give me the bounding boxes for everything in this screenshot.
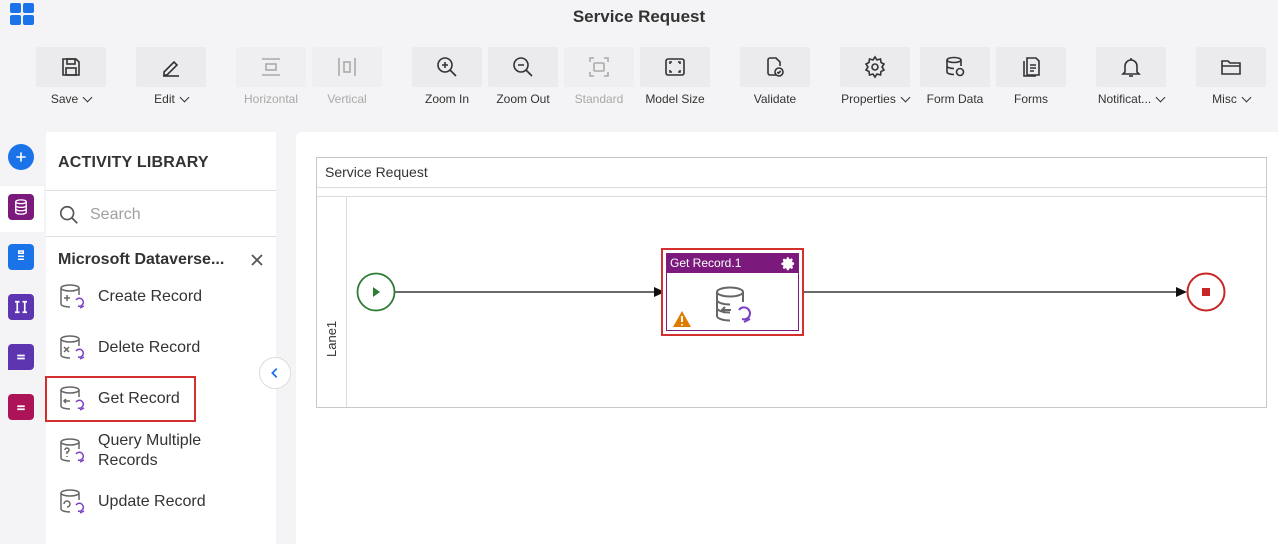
library-item-get-record[interactable]: Get Record	[45, 376, 276, 422]
toolbar: Save Edit Horizontal Vertical Zoom In Zo…	[0, 36, 1278, 114]
lane-label: Lane1	[324, 320, 339, 357]
save-button[interactable]: Save	[36, 47, 106, 111]
chevron-down-icon	[1241, 92, 1252, 102]
get-record-icon	[60, 386, 85, 411]
properties-label: Properties	[841, 92, 896, 106]
misc-label: Misc	[1212, 92, 1237, 106]
standard-button[interactable]: Standard	[564, 47, 634, 111]
notifications-label: Notificat...	[1097, 92, 1152, 106]
divider	[46, 190, 276, 191]
horizontal-label: Horizontal	[243, 92, 299, 106]
vertical-button[interactable]: Vertical	[312, 47, 382, 111]
search-icon	[59, 205, 78, 224]
model-size-icon	[665, 58, 685, 76]
validate-icon	[767, 57, 784, 77]
page-title: Service Request	[572, 7, 706, 26]
notifications-button[interactable]: Notificat...	[1096, 47, 1166, 111]
forms-icon	[1023, 57, 1040, 77]
gear-icon[interactable]	[781, 256, 796, 271]
bell-icon	[1121, 58, 1141, 77]
lane-header[interactable]: Lane1	[317, 197, 347, 407]
chevron-down-icon	[900, 92, 911, 102]
forms-label: Forms	[1014, 92, 1048, 106]
task-get-record[interactable]: Get Record.1	[661, 248, 804, 336]
task-title: Get Record.1	[667, 254, 798, 273]
activity-library-icon[interactable]	[8, 194, 34, 220]
library-item-update-record[interactable]: Update Record	[46, 479, 276, 525]
folder-icon	[1221, 60, 1241, 75]
update-record-icon	[60, 489, 85, 514]
zoom-out-icon	[513, 57, 533, 77]
validate-button[interactable]: Validate	[740, 47, 810, 111]
horizontal-icon	[262, 58, 280, 76]
properties-button[interactable]: Properties	[840, 47, 911, 111]
divider	[317, 196, 1266, 197]
library-item-query-multiple-records[interactable]: Query Multiple Records	[46, 428, 276, 478]
edit-label: Edit	[154, 92, 175, 106]
standard-icon	[589, 57, 609, 77]
gear-icon	[864, 55, 886, 79]
folder-files-icon[interactable]	[8, 394, 34, 420]
edit-button[interactable]: Edit	[136, 47, 206, 111]
clipboard-icon[interactable]	[8, 244, 34, 270]
delete-record-icon	[60, 335, 85, 360]
comments-icon[interactable]	[8, 344, 34, 370]
chevron-down-icon	[179, 92, 190, 102]
query-multiple-records-icon	[60, 438, 85, 463]
close-icon[interactable]	[249, 252, 265, 268]
search-input[interactable]	[90, 204, 260, 226]
chevron-left-icon	[271, 368, 278, 378]
zoom-out-label: Zoom Out	[496, 92, 550, 106]
forms-button[interactable]: Forms	[996, 47, 1066, 111]
collapse-panel-button[interactable]	[259, 357, 291, 389]
warning-icon	[673, 311, 691, 327]
divider	[317, 187, 1266, 188]
library-title: ACTIVITY LIBRARY	[58, 154, 209, 171]
vertical-icon	[338, 58, 356, 76]
chevron-down-icon	[1155, 92, 1166, 102]
activity-library-panel: ACTIVITY LIBRARY Microsoft Dataverse... …	[45, 132, 276, 544]
get-record-icon	[716, 286, 751, 323]
divider	[46, 236, 276, 237]
database-icon	[946, 56, 965, 77]
horizontal-button[interactable]: Horizontal	[236, 47, 306, 111]
variables-icon[interactable]	[8, 294, 34, 320]
library-item-delete-record[interactable]: Delete Record	[46, 325, 276, 371]
library-item-label: Get Record	[98, 390, 180, 407]
category-title: Microsoft Dataverse...	[58, 251, 225, 268]
form-data-button[interactable]: Form Data	[920, 47, 990, 111]
library-item-label: Query Multiple Records	[98, 432, 202, 469]
chevron-down-icon	[82, 92, 93, 102]
zoom-in-button[interactable]: Zoom In	[412, 47, 482, 111]
create-record-icon	[60, 284, 85, 309]
zoom-in-icon	[437, 57, 457, 77]
standard-label: Standard	[574, 92, 624, 106]
vertical-label: Vertical	[327, 92, 367, 106]
save-icon	[62, 58, 80, 76]
title-bar: Service Request	[0, 0, 1278, 36]
library-item-label: Create Record	[98, 288, 203, 305]
library-item-create-record[interactable]: Create Record	[46, 274, 276, 320]
model-size-label: Model Size	[645, 92, 705, 106]
misc-button[interactable]: Misc	[1196, 47, 1266, 111]
pool-title: Service Request	[325, 164, 428, 180]
library-item-label: Update Record	[98, 493, 206, 510]
validate-label: Validate	[753, 92, 797, 106]
form-data-label: Form Data	[926, 92, 984, 106]
edit-icon	[163, 60, 179, 77]
model-size-button[interactable]: Model Size	[640, 47, 710, 111]
library-item-label: Delete Record	[98, 339, 201, 356]
zoom-out-button[interactable]: Zoom Out	[488, 47, 558, 111]
add-icon[interactable]	[8, 144, 34, 170]
save-label: Save	[50, 92, 79, 106]
zoom-in-label: Zoom In	[424, 92, 469, 106]
